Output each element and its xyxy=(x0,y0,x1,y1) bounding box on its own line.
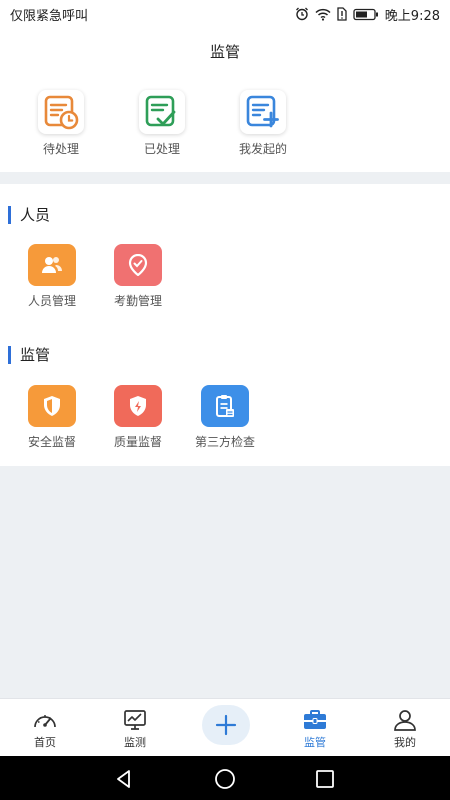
clipboard-plus-icon xyxy=(246,95,279,128)
safety-supervision-button[interactable]: 安全监督 xyxy=(9,385,95,450)
recents-button[interactable] xyxy=(313,767,337,791)
quality-supervision-label: 质量监督 xyxy=(113,435,162,449)
clipboard-list-icon xyxy=(216,395,234,417)
third-party-inspection-button[interactable]: 第三方检查 xyxy=(182,385,268,450)
quick-actions-panel: 待处理 已处理 我发起的 xyxy=(0,74,450,172)
clipboard-check-icon xyxy=(145,95,176,127)
system-nav-bar xyxy=(0,756,450,800)
section-accent-bar xyxy=(8,205,11,224)
location-check-icon xyxy=(128,254,148,276)
tab-supervision[interactable]: 监管 xyxy=(270,699,360,757)
personnel-management-label: 人员管理 xyxy=(27,294,76,308)
shield-icon xyxy=(44,396,60,416)
initiated-label: 我发起的 xyxy=(238,142,287,156)
wifi-icon xyxy=(315,8,331,21)
add-button[interactable] xyxy=(202,705,250,745)
people-icon xyxy=(42,257,62,273)
quality-supervision-button[interactable]: 质量监督 xyxy=(95,385,181,450)
section-personnel: 人员 xyxy=(8,204,50,225)
back-triangle-icon xyxy=(117,770,130,788)
status-bar: 仅限紧急呼叫 晚上9:28 xyxy=(0,0,450,28)
home-button[interactable] xyxy=(213,767,237,791)
tab-monitor-label: 监测 xyxy=(124,736,146,749)
battery-icon xyxy=(353,8,378,20)
home-circle-icon xyxy=(215,769,235,789)
status-icons: 晚上9:28 xyxy=(295,5,440,24)
user-icon xyxy=(394,710,416,731)
personnel-management-button[interactable]: 人员管理 xyxy=(9,244,95,309)
back-button[interactable] xyxy=(112,767,136,791)
alarm-icon xyxy=(295,7,308,21)
section-supervision: 监管 xyxy=(8,344,50,365)
page-title: 监管 xyxy=(209,42,240,61)
tab-home[interactable]: 首页 xyxy=(0,699,90,757)
section-accent-bar xyxy=(8,345,11,364)
bottom-tabbar: 首页 监测 监管 我的 xyxy=(0,698,450,756)
sim-alert-icon xyxy=(337,7,347,21)
page-header: 监管 xyxy=(0,28,450,74)
attendance-management-label: 考勤管理 xyxy=(113,294,162,308)
carrier-text: 仅限紧急呼叫 xyxy=(10,8,89,24)
plus-icon xyxy=(215,714,237,736)
pending-label: 待处理 xyxy=(42,142,79,156)
dashboard-icon xyxy=(34,715,56,728)
third-party-inspection-label: 第三方检查 xyxy=(194,435,255,449)
recents-square-icon xyxy=(316,770,334,788)
monitor-chart-icon xyxy=(124,710,146,730)
clock-text: 晚上9:28 xyxy=(384,8,440,24)
tab-monitor[interactable]: 监测 xyxy=(90,699,180,757)
briefcase-icon xyxy=(304,710,326,729)
tab-supervision-label: 监管 xyxy=(304,736,326,749)
processed-button[interactable]: 已处理 xyxy=(117,90,207,157)
processed-label: 已处理 xyxy=(143,142,180,156)
pending-button[interactable]: 待处理 xyxy=(16,90,106,157)
tab-mine-label: 我的 xyxy=(394,736,416,749)
tab-home-label: 首页 xyxy=(34,736,56,749)
section-title: 监管 xyxy=(20,346,51,364)
tab-mine[interactable]: 我的 xyxy=(360,699,450,757)
category-panel: 人员 人员管理 考勤管理 监管 安全监督 质量监督 第三方检查 xyxy=(0,184,450,466)
safety-supervision-label: 安全监督 xyxy=(27,435,76,449)
shield-bolt-icon xyxy=(130,396,146,416)
section-title: 人员 xyxy=(20,206,51,224)
clipboard-clock-icon xyxy=(44,95,79,130)
initiated-button[interactable]: 我发起的 xyxy=(218,90,308,157)
attendance-management-button[interactable]: 考勤管理 xyxy=(95,244,181,309)
